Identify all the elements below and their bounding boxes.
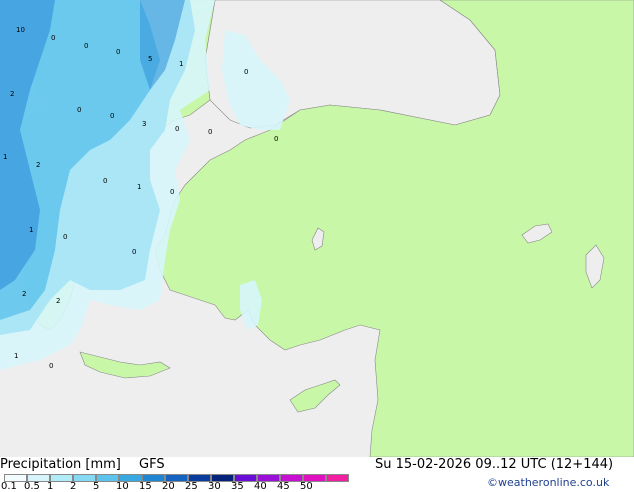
map-label: 0	[49, 362, 53, 370]
legend-tick-label: 50	[300, 481, 313, 492]
map-label: 10	[16, 26, 25, 34]
legend-tick-label: 45	[277, 481, 290, 492]
legend-tick-label: 10	[116, 481, 129, 492]
legend-tick-label: 25	[185, 481, 198, 492]
map-label: 2	[10, 90, 14, 98]
forecast-datetime: Su 15-02-2026 09..12 UTC (12+144)	[375, 457, 614, 472]
legend-swatch	[326, 474, 349, 482]
legend-tick-label: 1	[47, 481, 54, 492]
map-label: 0	[116, 48, 120, 56]
map-label: 0	[51, 34, 55, 42]
precipitation-map: 10 0 0 0 5 1 0 2 0 0 3 0 0 0 1 2 0 1 0 1…	[0, 0, 634, 457]
legend-tick-label: 0.5	[24, 481, 40, 492]
map-title: Precipitation [mm]	[0, 457, 121, 472]
map-label: 1	[3, 153, 7, 161]
legend-tick-label: 2	[70, 481, 77, 492]
map-label: 0	[175, 125, 179, 133]
map-label: 2	[22, 290, 26, 298]
map-label: 1	[137, 183, 141, 191]
map-label: 0	[77, 106, 81, 114]
map-label: 0	[132, 248, 136, 256]
map-label: 0	[110, 112, 114, 120]
legend-tick-label: 5	[93, 481, 100, 492]
legend-tick-label: 35	[231, 481, 244, 492]
legend-tick-label: 20	[162, 481, 175, 492]
map-label: 0	[103, 177, 107, 185]
map-label: 0	[208, 128, 212, 136]
map-label: 0	[244, 68, 248, 76]
map-label: 0	[84, 42, 88, 50]
map-label: 5	[148, 55, 152, 63]
map-label: 0	[274, 135, 278, 143]
legend-tick-label: 40	[254, 481, 267, 492]
map-label: 1	[14, 352, 18, 360]
model-name: GFS	[139, 457, 165, 472]
map-label: 3	[142, 120, 146, 128]
legend-tick-label: 30	[208, 481, 221, 492]
map-label: 2	[36, 161, 40, 169]
legend-tick-label: 0.1	[1, 481, 17, 492]
credit-link[interactable]: ©weatheronline.co.uk	[487, 476, 609, 489]
map-label: 0	[170, 188, 174, 196]
map-label: 1	[179, 60, 183, 68]
map-label: 2	[56, 297, 60, 305]
legend-tick-label: 15	[139, 481, 152, 492]
map-label: 0	[63, 233, 67, 241]
map-label: 1	[29, 226, 33, 234]
